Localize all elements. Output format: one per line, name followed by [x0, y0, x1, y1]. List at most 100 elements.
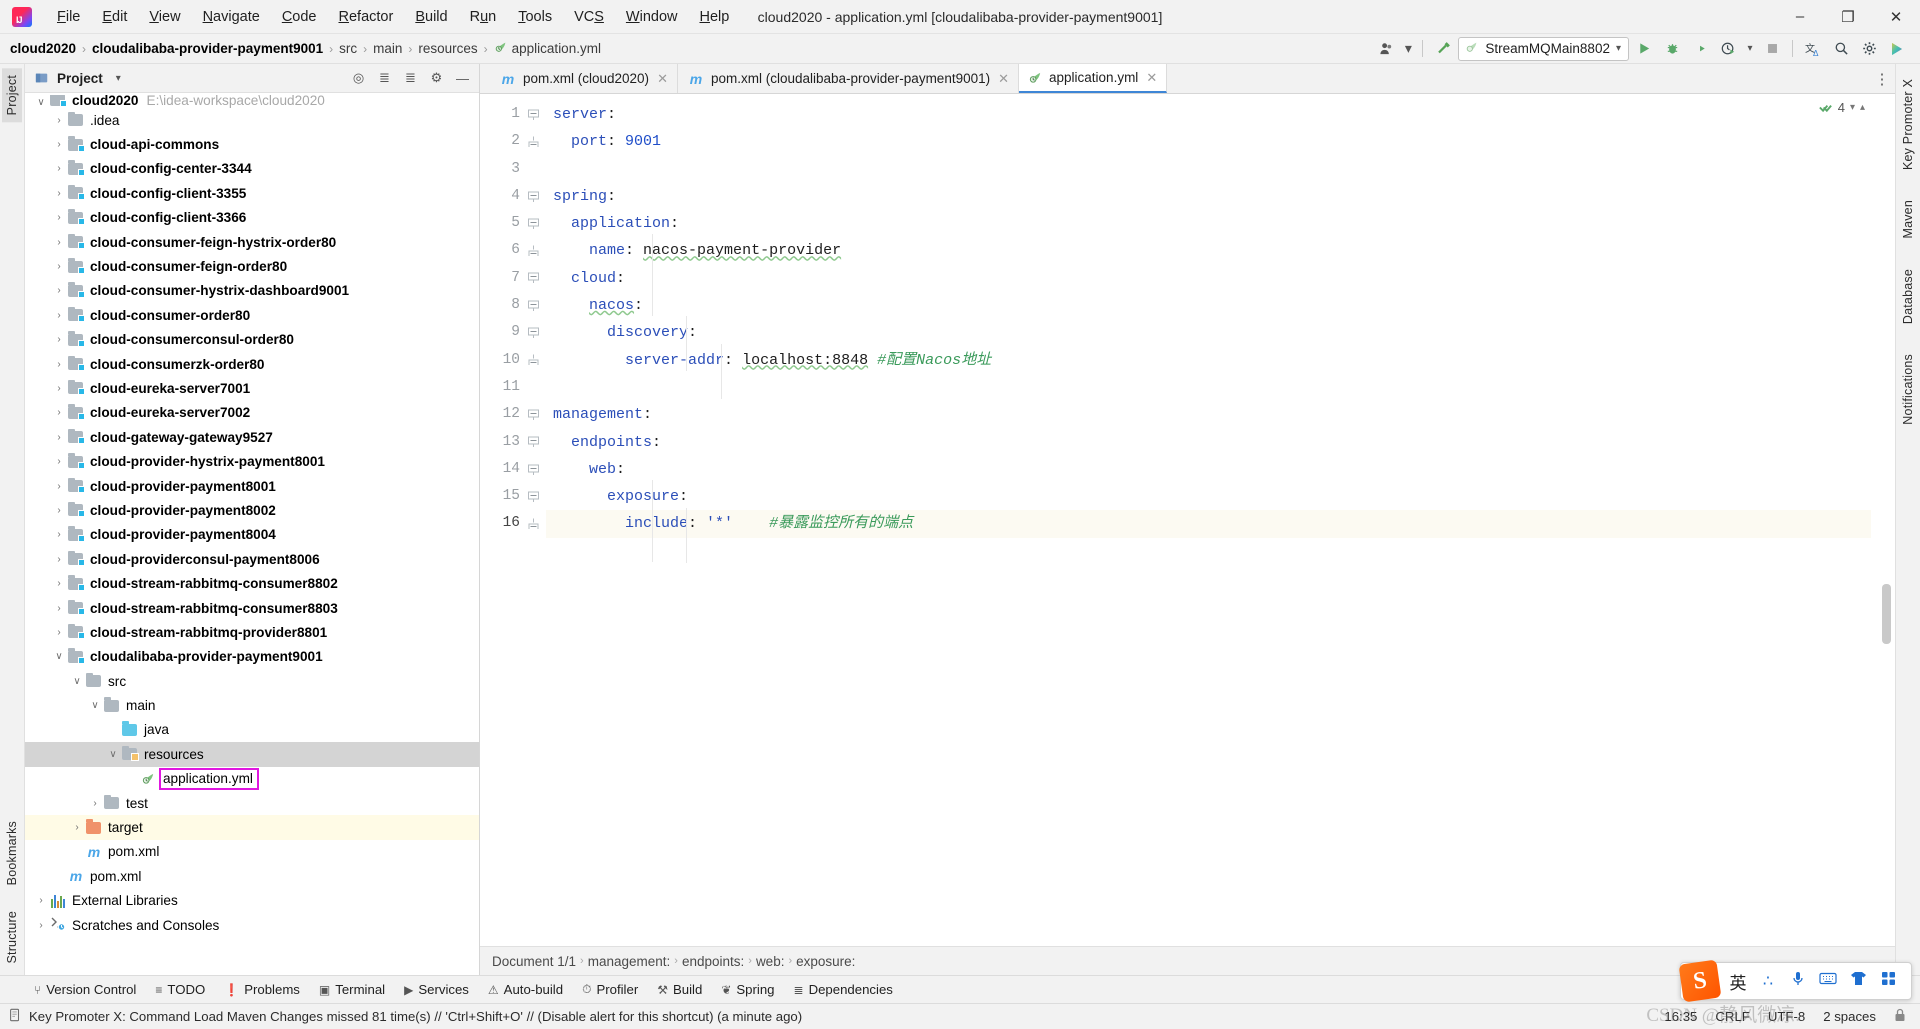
breadcrumb-web[interactable]: web:	[756, 954, 785, 969]
line-number[interactable]: 2	[480, 128, 546, 155]
lock-icon[interactable]	[1894, 1008, 1906, 1025]
stop-icon[interactable]	[1759, 37, 1785, 61]
update-project-icon[interactable]	[1884, 37, 1910, 61]
code-line[interactable]: port: 9001	[546, 128, 1871, 155]
tool-window-spring[interactable]: ❦ Spring	[713, 979, 782, 1000]
code-line[interactable]	[546, 156, 1871, 183]
fold-collapse-icon[interactable]	[528, 464, 539, 475]
menu-tools[interactable]: Tools	[507, 5, 563, 29]
chevron-right-icon[interactable]: ›	[51, 163, 67, 174]
chevron-right-icon[interactable]: ›	[33, 895, 49, 906]
code-line[interactable]: include: '*' #暴露监控所有的端点	[546, 510, 1871, 538]
chevron-right-icon[interactable]: ›	[51, 529, 67, 540]
breadcrumb-management[interactable]: management:	[588, 954, 671, 969]
search-everywhere-icon[interactable]	[1828, 37, 1854, 61]
line-number[interactable]: 13	[480, 429, 546, 456]
ime-language-mode[interactable]: 英	[1723, 969, 1753, 994]
settings-gear-icon[interactable]: ⚙	[426, 68, 447, 89]
status-indent[interactable]: 2 spaces	[1823, 1009, 1876, 1024]
chevron-right-icon[interactable]: ›	[51, 481, 67, 492]
breadcrumb-endpoints[interactable]: endpoints:	[682, 954, 744, 969]
ime-skin-icon[interactable]	[1843, 971, 1873, 991]
chevron-right-icon[interactable]: ›	[69, 822, 85, 833]
tree-row[interactable]: › cloud-consumer-feign-order80	[25, 254, 479, 278]
ime-toolbox-icon[interactable]	[1873, 971, 1903, 991]
line-number[interactable]: 16	[480, 510, 546, 537]
crumb-project[interactable]: cloud2020	[6, 39, 80, 58]
chevron-right-icon[interactable]: ›	[51, 578, 67, 589]
tool-window-problems[interactable]: ❗ Problems	[216, 979, 308, 1000]
code-line[interactable]: discovery:	[546, 319, 1871, 346]
tool-window-build[interactable]: ⚒ Build	[649, 979, 710, 1000]
line-number[interactable]: 3	[480, 156, 546, 183]
chevron-down-icon[interactable]: ▾	[1850, 102, 1855, 113]
chevron-down-icon[interactable]: ∨	[105, 749, 121, 760]
chevron-right-icon[interactable]: ›	[51, 554, 67, 565]
tree-row[interactable]: › cloud-config-client-3366	[25, 206, 479, 230]
line-number[interactable]: 1	[480, 101, 546, 128]
line-number[interactable]: 9	[480, 319, 546, 346]
tree-row[interactable]: › cloud-provider-hystrix-payment8001	[25, 449, 479, 473]
code-line[interactable]: web:	[546, 456, 1871, 483]
chevron-right-icon[interactable]: ›	[123, 773, 139, 784]
editor-tab-pom-cloud2020[interactable]: m pom.xml (cloud2020) ✕	[490, 64, 678, 93]
tree-row[interactable]: › cloud-consumer-feign-hystrix-order80	[25, 230, 479, 254]
main-menu[interactable]: FFileile Edit View Navigate Code Refacto…	[46, 5, 740, 29]
code-line[interactable]: spring:	[546, 183, 1871, 210]
chevron-right-icon[interactable]: ›	[51, 627, 67, 638]
tree-row[interactable]: › Scratches and Consoles	[25, 913, 479, 937]
status-encoding[interactable]: UTF-8	[1768, 1009, 1805, 1024]
tree-row[interactable]: › target	[25, 815, 479, 840]
tree-row[interactable]: › cloud-stream-rabbitmq-consumer8803	[25, 596, 479, 620]
ime-voice-input-icon[interactable]	[1783, 970, 1813, 992]
select-opened-file-icon[interactable]: ◎	[348, 68, 369, 89]
tree-row[interactable]: › cloud-consumerconsul-order80	[25, 328, 479, 352]
maximize-button[interactable]: ❐	[1824, 0, 1872, 34]
chevron-down-icon[interactable]: ▾	[1616, 43, 1621, 54]
chevron-right-icon[interactable]: ›	[51, 261, 67, 272]
tree-row[interactable]: › cloud-config-center-3344	[25, 157, 479, 181]
chevron-up-icon[interactable]: ▴	[1860, 102, 1865, 113]
line-number[interactable]: 15	[480, 483, 546, 510]
expand-all-icon[interactable]: ≣	[400, 68, 421, 89]
chevron-right-icon[interactable]: ›	[51, 359, 67, 370]
chevron-right-icon[interactable]: ›	[51, 456, 67, 467]
chevron-right-icon[interactable]: ›	[105, 724, 121, 735]
fold-collapse-icon[interactable]	[528, 409, 539, 420]
line-number-gutter[interactable]: 1 2 3 4 5 6 7 8 9 10 11 12 13 14 15 16	[480, 94, 546, 946]
crumb-module[interactable]: cloudalibaba-provider-payment9001	[88, 39, 327, 58]
run-configuration-selector[interactable]: StreamMQMain8802 ▾	[1458, 36, 1629, 61]
close-button[interactable]: ✕	[1872, 0, 1920, 34]
tool-tab-structure[interactable]: Structure	[2, 904, 22, 971]
status-line-separator[interactable]: CRLF	[1715, 1009, 1749, 1024]
tree-row[interactable]: ∨ resources	[25, 742, 479, 767]
code-line[interactable]: cloud:	[546, 265, 1871, 292]
tree-row[interactable]: › java	[25, 718, 479, 742]
chevron-right-icon[interactable]: ›	[51, 237, 67, 248]
code-line[interactable]: server:	[546, 101, 1871, 128]
chevron-down-icon[interactable]: ∨	[51, 651, 67, 662]
chevron-right-icon[interactable]: ›	[51, 310, 67, 321]
ime-punctuation-mode[interactable]: ∴	[1753, 971, 1783, 991]
fold-end-icon[interactable]	[528, 245, 539, 257]
tree-row[interactable]: › cloud-gateway-gateway9527	[25, 425, 479, 449]
minimize-button[interactable]: –	[1776, 0, 1824, 34]
fold-end-icon[interactable]	[528, 518, 539, 530]
account-icon[interactable]	[1373, 37, 1399, 61]
tree-row[interactable]: › External Libraries	[25, 889, 479, 913]
tool-tab-database[interactable]: Database	[1898, 262, 1918, 331]
chevron-right-icon[interactable]: ›	[69, 846, 85, 857]
close-icon[interactable]: ✕	[998, 71, 1009, 87]
fold-end-icon[interactable]	[528, 354, 539, 366]
chevron-right-icon[interactable]: ›	[51, 871, 67, 882]
tree-row[interactable]: › cloud-eureka-server7002	[25, 401, 479, 425]
chevron-right-icon[interactable]: ›	[87, 798, 103, 809]
inspection-widget[interactable]: 4 ▾ ▴	[1818, 100, 1865, 115]
tool-window-version-control[interactable]: ⑂ Version Control	[26, 979, 144, 1000]
crumb-src[interactable]: src	[335, 39, 361, 58]
breadcrumb-exposure[interactable]: exposure:	[796, 954, 855, 969]
editor-tab-pom-cloudalibaba[interactable]: m pom.xml (cloudalibaba-provider-payment…	[677, 64, 1020, 93]
code-line[interactable]: server-addr: localhost:8848 #配置Nacos地址	[546, 347, 1871, 374]
tool-tab-maven[interactable]: Maven	[1898, 193, 1918, 246]
line-number[interactable]: 14	[480, 456, 546, 483]
